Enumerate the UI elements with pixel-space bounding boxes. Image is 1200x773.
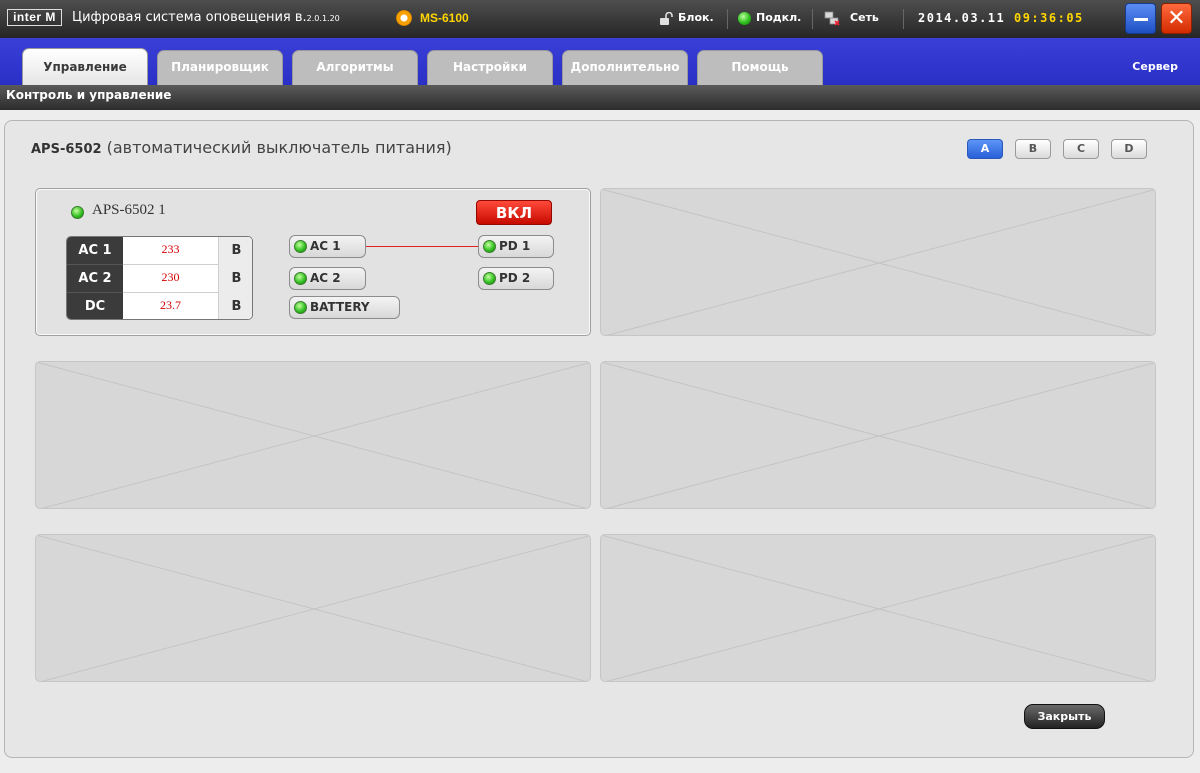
- input-label: AC 2: [310, 271, 341, 285]
- tab-advanced[interactable]: Дополнительно: [562, 50, 688, 85]
- table-row: AC 1 233 B: [67, 237, 252, 265]
- unit-status-led: [71, 206, 84, 219]
- inter-m-logo: inter M: [7, 9, 62, 26]
- led-icon: [294, 272, 307, 285]
- placeholder-cross: [601, 535, 1155, 681]
- placeholder-cross: [601, 362, 1155, 508]
- ac1-pd1-link: [366, 246, 478, 247]
- page-button-b[interactable]: B: [1015, 139, 1051, 159]
- app-version: 2.0.1.20: [306, 14, 340, 23]
- section-subtitle: Контроль и управление: [0, 85, 1200, 110]
- tab-settings[interactable]: Настройки: [427, 50, 553, 85]
- placeholder-cross: [36, 362, 590, 508]
- unlock-icon[interactable]: [659, 12, 673, 25]
- empty-slot: [600, 534, 1156, 682]
- device-status-icon: [396, 10, 412, 26]
- led-icon: [294, 301, 307, 314]
- close-button[interactable]: Закрыть: [1024, 704, 1105, 729]
- input-ac1: AC 1: [289, 235, 366, 258]
- empty-slot: [35, 361, 591, 509]
- tab-control[interactable]: Управление: [22, 48, 148, 85]
- panel-model: APS-6502: [31, 142, 102, 157]
- voltage-table: AC 1 233 B AC 2 230 B DC 23.7 B: [66, 236, 253, 320]
- connect-label: Подкл.: [756, 11, 802, 24]
- page-button-c[interactable]: C: [1063, 139, 1099, 159]
- network-icon[interactable]: [824, 11, 841, 26]
- page-button-d[interactable]: D: [1111, 139, 1147, 159]
- table-row: AC 2 230 B: [67, 265, 252, 293]
- reading-unit: B: [219, 237, 252, 265]
- close-window-button[interactable]: ✕: [1161, 3, 1192, 34]
- minimize-button[interactable]: [1125, 3, 1156, 34]
- separator: [903, 9, 904, 29]
- reading-label: DC: [67, 293, 123, 319]
- output-label: PD 2: [499, 271, 531, 285]
- lock-label[interactable]: Блок.: [678, 11, 714, 24]
- reading-label: AC 1: [67, 237, 123, 265]
- placeholder-cross: [601, 189, 1155, 335]
- led-icon: [294, 240, 307, 253]
- app-title-text: Цифровая система оповещения в.: [72, 10, 307, 25]
- date-text: 2014.03.11: [918, 11, 1006, 25]
- empty-slot: [600, 188, 1156, 336]
- tab-algorithms[interactable]: Алгоритмы: [292, 50, 418, 85]
- unit-slot-1: APS-6502 1 ВКЛ AC 1 233 B AC 2 230 B DC …: [35, 188, 591, 336]
- input-battery: BATTERY: [289, 296, 400, 319]
- page-button-a[interactable]: A: [967, 139, 1003, 159]
- separator: [812, 9, 813, 29]
- title-bar: inter M Цифровая система оповещения в.2.…: [0, 0, 1200, 38]
- datetime: 2014.03.11 09:36:05: [918, 11, 1084, 25]
- app-title: Цифровая система оповещения в.2.0.1.20: [72, 10, 340, 25]
- led-icon: [483, 240, 496, 253]
- led-icon: [483, 272, 496, 285]
- panel-description: (автоматический выключатель питания): [101, 138, 452, 157]
- panel-title: APS-6502 (автоматический выключатель пит…: [31, 138, 452, 157]
- unit-name: APS-6502 1: [92, 202, 166, 218]
- network-label[interactable]: Сеть: [850, 11, 879, 24]
- reading-value: 230: [123, 265, 219, 293]
- empty-slot: [35, 534, 591, 682]
- reading-unit: B: [219, 293, 252, 319]
- output-pd1: PD 1: [478, 235, 554, 258]
- separator: [727, 9, 728, 29]
- device-name: MS-6100: [420, 11, 469, 25]
- empty-slot: [600, 361, 1156, 509]
- power-on-button[interactable]: ВКЛ: [476, 200, 552, 225]
- output-label: PD 1: [499, 239, 531, 253]
- input-label: AC 1: [310, 239, 341, 253]
- input-label: BATTERY: [310, 300, 370, 314]
- reading-label: AC 2: [67, 265, 123, 293]
- time-text: 09:36:05: [1013, 11, 1084, 25]
- table-row: DC 23.7 B: [67, 293, 252, 319]
- reading-unit: B: [219, 265, 252, 293]
- input-ac2: AC 2: [289, 267, 366, 290]
- tab-help[interactable]: Помощь: [697, 50, 823, 85]
- server-link[interactable]: Сервер: [1132, 60, 1178, 73]
- reading-value: 233: [123, 237, 219, 265]
- tab-scheduler[interactable]: Планировщик: [157, 50, 283, 85]
- placeholder-cross: [36, 535, 590, 681]
- reading-value: 23.7: [123, 293, 219, 319]
- connection-status-icon: [738, 12, 751, 25]
- tab-bar: Управление Планировщик Алгоритмы Настрой…: [0, 38, 1200, 85]
- output-pd2: PD 2: [478, 267, 554, 290]
